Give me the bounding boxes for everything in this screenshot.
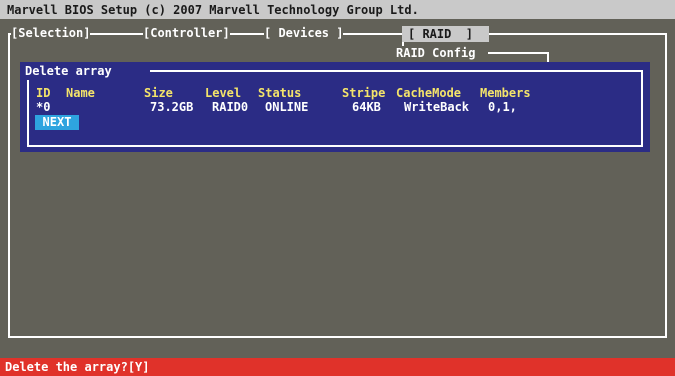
app-title: Marvell BIOS Setup (c) 2007 Marvell Tech… [7, 3, 419, 17]
col-header-level: Level [205, 86, 242, 100]
next-button[interactable]: NEXT [35, 115, 79, 130]
col-header-id: ID [36, 86, 51, 100]
tab-selection[interactable]: [Selection] [11, 26, 91, 40]
dialog-title: Delete array [25, 64, 112, 78]
panel-right-line [547, 52, 549, 62]
tab-raid-label: [ RAID ] [408, 27, 474, 41]
title-bar: Marvell BIOS Setup (c) 2007 Marvell Tech… [0, 0, 675, 19]
tab-raid[interactable]: [ RAID ] [402, 26, 489, 42]
row-status: ONLINE [265, 100, 309, 114]
col-header-members: Members [480, 86, 531, 100]
frame-right-line [665, 33, 667, 338]
row-size: 73.2GB [150, 100, 194, 114]
frame-left-line [8, 33, 10, 338]
col-header-cachemode: CacheMode [396, 86, 462, 100]
row-level: RAID0 [212, 100, 249, 114]
col-header-stripe: Stripe [342, 86, 386, 100]
dialog-frame [27, 70, 643, 147]
status-bar: Delete the array?[Y] [0, 358, 675, 376]
panel-title: RAID Config [396, 46, 476, 60]
status-prompt: Delete the array?[Y] [5, 360, 150, 374]
row-members: 0,1, [488, 100, 517, 114]
panel-top-line [488, 52, 549, 54]
col-header-name: Name [66, 86, 95, 100]
tab-devices[interactable]: [ Devices ] [264, 26, 344, 40]
row-stripe: 64KB [352, 100, 381, 114]
row-id[interactable]: *0 [36, 100, 50, 114]
tab-controller[interactable]: [Controller] [143, 26, 230, 40]
row-cachemode: WriteBack [404, 100, 470, 114]
frame-bottom-line [8, 336, 667, 338]
delete-array-dialog: Delete array ID Name Size Level Status S… [20, 62, 650, 152]
col-header-status: Status [258, 86, 302, 100]
col-header-size: Size [144, 86, 173, 100]
